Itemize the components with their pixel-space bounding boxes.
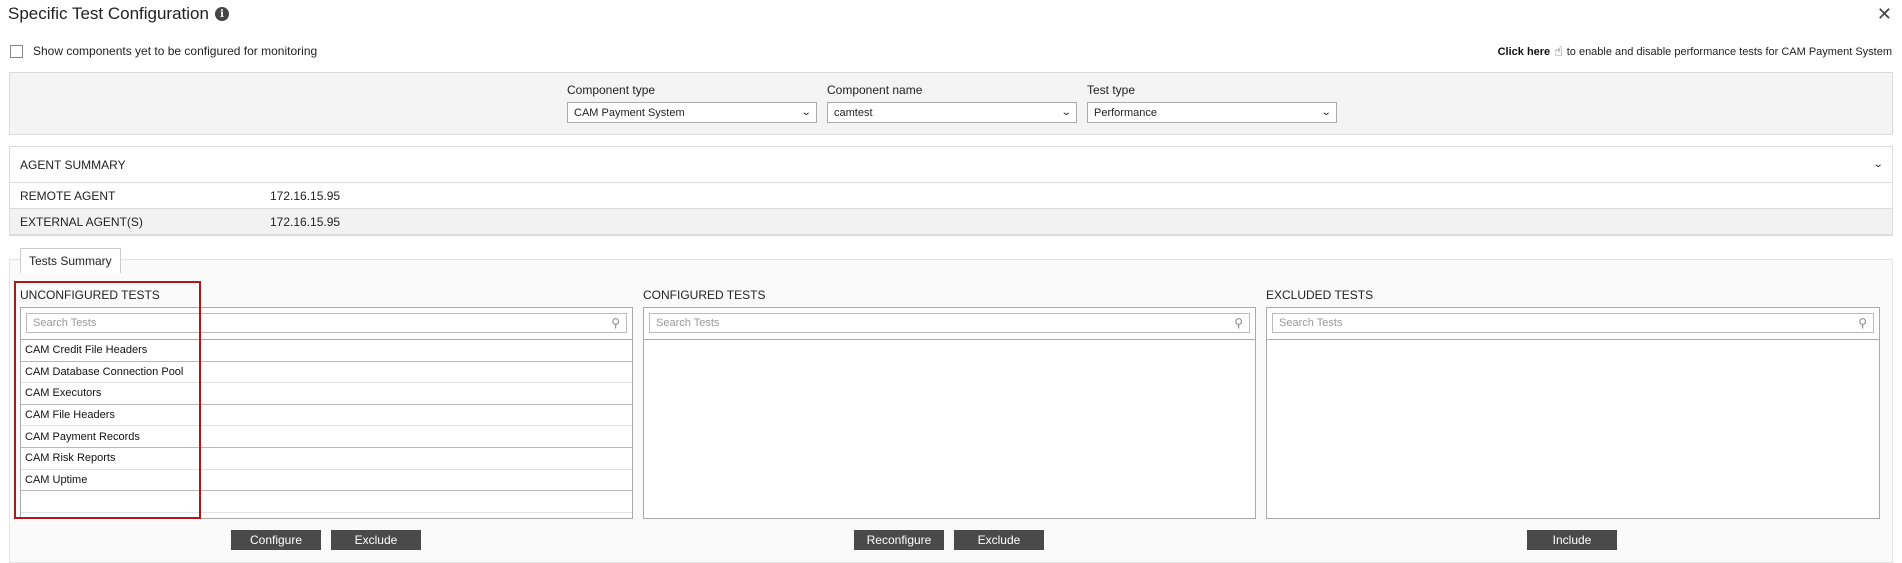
search-placeholder: Search Tests [33,317,97,329]
list-divider [644,339,1255,340]
configured-search-input[interactable]: Search Tests ⚲ [649,313,1250,333]
list-item[interactable]: CAM Credit File Headers [21,340,632,362]
close-icon[interactable]: ✕ [1877,4,1892,25]
configured-tests-list: Search Tests ⚲ [643,307,1256,519]
test-type-group: Test type Performance ⌄ [1087,83,1337,123]
unconfigured-items: CAM Credit File Headers CAM Database Conn… [21,340,632,513]
list-item[interactable]: CAM File Headers [21,405,632,427]
reconfigure-button[interactable]: Reconfigure [854,530,944,550]
component-type-group: Component type CAM Payment System ⌄ [567,83,817,123]
agent-summary-header[interactable]: AGENT SUMMARY ⌄ [10,147,1892,183]
tab-tests-summary[interactable]: Tests Summary [20,248,121,273]
excluded-tests-title: EXCLUDED TESTS [1266,288,1374,302]
list-item[interactable]: CAM Database Connection Pool [21,362,632,384]
component-type-value: CAM Payment System [574,106,685,119]
test-type-value: Performance [1094,106,1157,119]
component-name-value: camtest [834,106,873,119]
list-item[interactable]: CAM Payment Records [21,426,632,448]
list-item[interactable]: CAM Uptime [21,470,632,492]
search-placeholder: Search Tests [1279,317,1343,329]
click-here-notice: Click here ☝ to enable and disable perfo… [1498,43,1892,60]
agent-row-external: EXTERNAL AGENT(S) 172.16.15.95 [10,209,1892,235]
agent-summary-title: AGENT SUMMARY [20,157,126,172]
dialog-title: Specific Test Configuration i [8,4,229,24]
unconfigured-tests-list: Search Tests ⚲ CAM Credit File Headers CA… [20,307,633,519]
test-type-select[interactable]: Performance ⌄ [1087,102,1337,123]
search-icon[interactable]: ⚲ [1858,316,1867,330]
agent-summary-panel: AGENT SUMMARY ⌄ REMOTE AGENT 172.16.15.9… [9,146,1893,236]
chevron-down-icon: ⌄ [800,107,812,118]
list-item-empty [21,491,632,513]
component-type-label: Component type [567,83,656,97]
show-unconfigured-row[interactable]: Show components yet to be configured for… [10,44,317,58]
agent-row-value: 172.16.15.95 [270,214,341,229]
agent-row-label: REMOTE AGENT [20,188,116,203]
agent-row-label: EXTERNAL AGENT(S) [20,214,143,229]
unconfigured-search-input[interactable]: Search Tests ⚲ [26,313,627,333]
show-unconfigured-checkbox[interactable] [10,44,23,58]
component-name-label: Component name [827,83,923,97]
list-item[interactable]: CAM Executors [21,383,632,405]
exclude-configured-button[interactable]: Exclude [954,530,1044,550]
chevron-down-icon[interactable]: ⌄ [1872,159,1883,170]
component-type-select[interactable]: CAM Payment System ⌄ [567,102,817,123]
configure-button[interactable]: Configure [231,530,321,550]
component-name-select[interactable]: camtest ⌄ [827,102,1077,123]
show-unconfigured-label: Show components yet to be configured for… [33,44,318,58]
list-item[interactable]: CAM Risk Reports [21,448,632,470]
search-icon[interactable]: ⚲ [1234,316,1243,330]
include-button[interactable]: Include [1527,530,1617,550]
search-icon[interactable]: ⚲ [611,316,620,330]
unconfigured-tests-title: UNCONFIGURED TESTS [20,288,160,302]
dialog-title-text: Specific Test Configuration [8,4,209,23]
exclude-button[interactable]: Exclude [331,530,421,550]
configured-tests-title: CONFIGURED TESTS [643,288,766,302]
hand-pointer-icon: ☝ [1554,43,1563,59]
component-name-group: Component name camtest ⌄ [827,83,1077,123]
filter-panel: Component type CAM Payment System ⌄ Comp… [9,72,1893,135]
excluded-tests-list: Search Tests ⚲ [1266,307,1880,519]
chevron-down-icon: ⌄ [1060,107,1072,118]
click-here-text: to enable and disable performance tests … [1566,45,1892,58]
chevron-down-icon: ⌄ [1320,107,1332,118]
excluded-search-input[interactable]: Search Tests ⚲ [1272,313,1874,333]
click-here-link[interactable]: Click here [1498,46,1551,58]
info-icon[interactable]: i [214,7,229,21]
test-type-label: Test type [1087,83,1136,97]
list-divider [1267,339,1879,340]
agent-row-value: 172.16.15.95 [270,188,341,203]
search-placeholder: Search Tests [656,317,720,329]
agent-row-remote: REMOTE AGENT 172.16.15.95 [10,183,1892,209]
